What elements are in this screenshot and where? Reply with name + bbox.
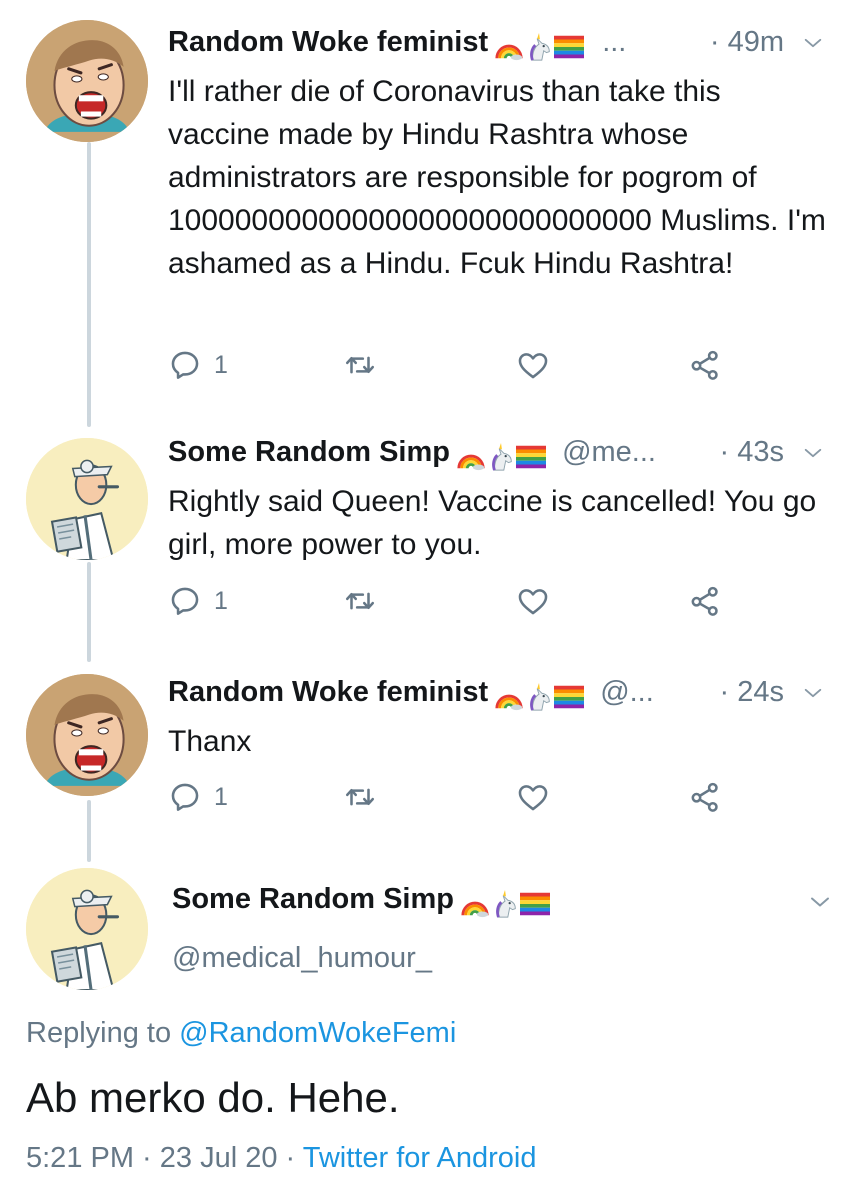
retweet-icon (343, 780, 377, 814)
tweet-text: Rightly said Queen! Vaccine is cancelled… (168, 485, 817, 561)
author-name[interactable]: Some Random Simp (168, 436, 450, 468)
retweet-icon (343, 584, 377, 618)
like-icon (516, 584, 550, 618)
tweet-text: Thanx (168, 725, 252, 758)
rainbow-emoji (460, 889, 490, 919)
tweet-header: Random Woke feminist ... · 49m (168, 26, 828, 70)
main-tweet-text: Ab merko do. Hehe. (26, 1074, 400, 1121)
chevron-down-icon[interactable] (802, 682, 824, 704)
replying-to-label: Replying to (26, 1017, 172, 1049)
tweet[interactable]: Some Random Simp @me... · 43s Rightly sa… (168, 436, 828, 566)
thread-line (87, 562, 91, 662)
reply-count: 1 (214, 586, 228, 615)
tweet-header: Some Random Simp @me... · 43s (168, 436, 828, 480)
author-name[interactable]: Random Woke feminist (168, 26, 488, 58)
main-tweet-header: Some Random Simp (172, 883, 550, 920)
tweet[interactable]: Random Woke feminist ... · 49m I'll rath… (168, 26, 828, 285)
reply-button[interactable]: 1 (168, 348, 228, 382)
avatar[interactable] (26, 20, 148, 142)
unicorn-emoji (524, 682, 554, 712)
tweet-header: Random Woke feminist @... · 24s (168, 676, 828, 720)
tweet-time[interactable]: · 49m (710, 26, 784, 59)
tweet-actions: 1 (168, 348, 738, 388)
pride-flag-emoji (520, 892, 550, 916)
unicorn-emoji (524, 32, 554, 62)
reply-count: 1 (214, 782, 228, 811)
emoji-badges (494, 30, 584, 63)
share-icon (688, 780, 722, 814)
chevron-down-icon[interactable] (802, 32, 824, 54)
reply-icon (168, 780, 202, 814)
pride-flag-emoji (554, 685, 584, 709)
pride-flag-emoji (554, 35, 584, 59)
tweet-text: I'll rather die of Coronavirus than take… (168, 75, 826, 280)
pride-flag-emoji (516, 445, 546, 469)
retweet-icon (343, 348, 377, 382)
unicorn-emoji (486, 442, 516, 472)
share-button[interactable] (688, 348, 722, 382)
reply-button[interactable]: 1 (168, 780, 228, 814)
retweet-button[interactable] (343, 584, 377, 618)
retweet-button[interactable] (343, 348, 377, 382)
like-button[interactable] (516, 780, 550, 814)
tweet-time[interactable]: · 43s (720, 436, 784, 469)
reply-icon (168, 584, 202, 618)
author-handle[interactable]: @me... (562, 436, 656, 468)
chevron-down-icon[interactable] (802, 442, 824, 464)
source-link[interactable]: Twitter for Android (303, 1142, 537, 1174)
author-handle[interactable]: ... (602, 26, 626, 58)
author-handle[interactable]: @... (600, 676, 654, 708)
replying-to: Replying to @RandomWokeFemi (26, 1017, 456, 1050)
author-name[interactable]: Some Random Simp (172, 883, 454, 915)
tweet-meta: 5:21 PM · 23 Jul 20 · Twitter for Androi… (26, 1142, 536, 1175)
reply-button[interactable]: 1 (168, 584, 228, 618)
rainbow-emoji (494, 682, 524, 712)
tweet[interactable]: Random Woke feminist @... · 24s Thanx (168, 676, 828, 763)
tweet-actions: 1 (168, 584, 738, 624)
rainbow-emoji (456, 442, 486, 472)
unicorn-emoji (490, 889, 520, 919)
avatar[interactable] (26, 438, 148, 560)
like-icon (516, 780, 550, 814)
share-icon (688, 348, 722, 382)
tweet-time[interactable]: · 24s (720, 676, 784, 709)
tweet-actions: 1 (168, 780, 738, 820)
author-handle[interactable]: @medical_humour_ (172, 942, 432, 975)
author-name[interactable]: Random Woke feminist (168, 676, 488, 708)
share-button[interactable] (688, 584, 722, 618)
like-icon (516, 348, 550, 382)
reply-count: 1 (214, 350, 228, 379)
avatar[interactable] (26, 868, 148, 990)
thread-line (87, 800, 91, 862)
emoji-badges (494, 680, 584, 713)
chevron-down-icon[interactable] (808, 890, 832, 914)
replying-to-link[interactable]: @RandomWokeFemi (179, 1017, 456, 1049)
thread-line (87, 142, 91, 427)
share-button[interactable] (688, 780, 722, 814)
reply-icon (168, 348, 202, 382)
timestamp[interactable]: 5:21 PM · 23 Jul 20 · (26, 1142, 295, 1174)
like-button[interactable] (516, 584, 550, 618)
emoji-badges (456, 440, 546, 473)
like-button[interactable] (516, 348, 550, 382)
avatar[interactable] (26, 674, 148, 796)
emoji-badges (460, 887, 550, 920)
share-icon (688, 584, 722, 618)
rainbow-emoji (494, 32, 524, 62)
retweet-button[interactable] (343, 780, 377, 814)
